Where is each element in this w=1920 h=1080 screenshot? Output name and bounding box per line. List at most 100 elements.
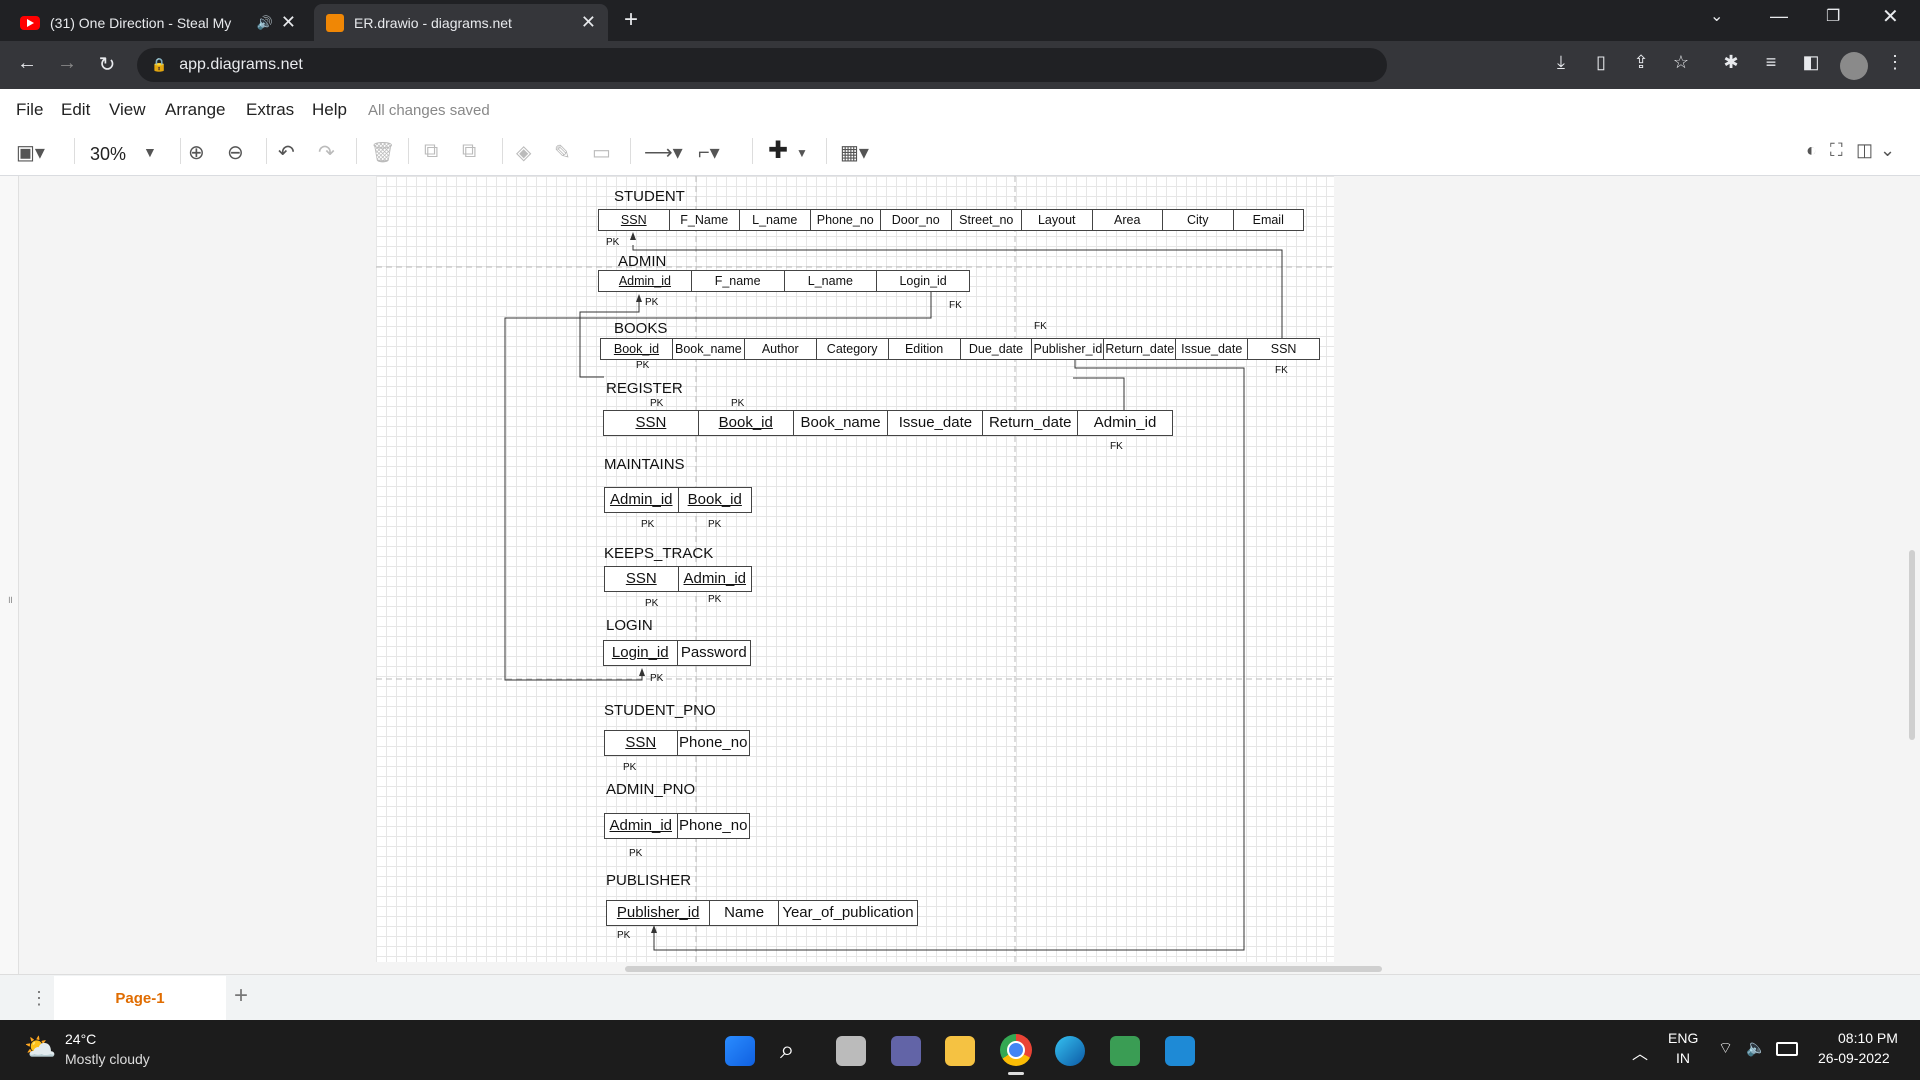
tray-chevron-up-icon[interactable]: ︿ xyxy=(1632,1040,1648,1064)
attr-f-name[interactable]: F_Name xyxy=(670,210,740,230)
entity-title-books[interactable]: BOOKS xyxy=(614,320,667,337)
entity-title-register[interactable]: REGISTER xyxy=(606,380,683,397)
wifi-icon[interactable]: ⌔ xyxy=(1718,1038,1733,1058)
attr-issue-date[interactable]: Issue_date xyxy=(1176,339,1249,359)
search-icon[interactable]: ⌕ xyxy=(780,1034,795,1066)
attr-return-date[interactable]: Return_date xyxy=(983,411,1079,435)
attr-phone-no[interactable]: Phone_no xyxy=(811,210,881,230)
task-view-icon[interactable] xyxy=(836,1036,866,1066)
entity-login[interactable]: Login_id Password xyxy=(603,640,751,666)
attr-layout[interactable]: Layout xyxy=(1022,210,1093,230)
entity-books[interactable]: Book_id Book_name Author Category Editio… xyxy=(600,338,1320,360)
attr-login-id[interactable]: Login_id xyxy=(604,641,678,665)
entity-title-maintains[interactable]: MAINTAINS xyxy=(604,456,685,473)
attr-door-no[interactable]: Door_no xyxy=(881,210,952,230)
weather-desc[interactable]: Mostly cloudy xyxy=(65,1051,150,1067)
entity-admin-pno[interactable]: Admin_id Phone_no xyxy=(604,813,750,839)
attr-author[interactable]: Author xyxy=(745,339,817,359)
attr-year-of-publication[interactable]: Year_of_publication xyxy=(779,901,917,925)
attr-edition[interactable]: Edition xyxy=(889,339,961,359)
attr-ssn[interactable]: SSN xyxy=(1248,339,1319,359)
entity-title-student[interactable]: STUDENT xyxy=(614,188,685,205)
attr-admin-id[interactable]: Admin_id xyxy=(679,567,752,591)
vertical-scrollbar[interactable] xyxy=(1909,550,1915,740)
windows-start-icon[interactable] xyxy=(725,1036,755,1066)
entity-title-admin[interactable]: ADMIN xyxy=(618,253,666,270)
entity-admin[interactable]: Admin_id F_name L_name Login_id xyxy=(598,270,970,292)
attr-book-name[interactable]: Book_name xyxy=(794,411,889,435)
entity-title-login[interactable]: LOGIN xyxy=(606,617,653,634)
attr-ssn[interactable]: SSN xyxy=(605,731,678,755)
attr-admin-id[interactable]: Admin_id xyxy=(605,488,679,512)
clock-time[interactable]: 08:10 PM xyxy=(1838,1030,1898,1046)
chrome-center xyxy=(1007,1041,1025,1059)
attr-password[interactable]: Password xyxy=(678,641,751,665)
attr-area[interactable]: Area xyxy=(1093,210,1163,230)
attr-publisher-id[interactable]: Publisher_id xyxy=(607,901,711,925)
attr-login-id[interactable]: Login_id xyxy=(877,271,969,291)
attr-due-date[interactable]: Due_date xyxy=(961,339,1033,359)
entity-student[interactable]: SSN F_Name L_name Phone_no Door_no Stree… xyxy=(598,209,1304,231)
entity-publisher[interactable]: Publisher_id Name Year_of_publication xyxy=(606,900,918,926)
entity-maintains[interactable]: Admin_id Book_id xyxy=(604,487,752,513)
attr-street-no[interactable]: Street_no xyxy=(952,210,1022,230)
entity-student-pno[interactable]: SSN Phone_no xyxy=(604,730,750,756)
pk-label: PK xyxy=(641,519,655,530)
weather-cloud-icon[interactable]: ⛅ xyxy=(24,1032,56,1063)
entity-title-keeps-track[interactable]: KEEPS_TRACK xyxy=(604,545,713,562)
attr-category[interactable]: Category xyxy=(817,339,889,359)
pk-label: PK xyxy=(650,673,664,684)
attr-admin-id[interactable]: Admin_id xyxy=(605,814,678,838)
pk-label: PK xyxy=(629,848,643,859)
pages-menu-icon[interactable]: ⋮ xyxy=(30,988,48,1009)
attr-name[interactable]: Name xyxy=(710,901,779,925)
attr-book-id[interactable]: Book_id xyxy=(601,339,673,359)
attr-l-name[interactable]: L_name xyxy=(785,271,878,291)
pk-label: PK xyxy=(617,930,631,941)
volume-icon[interactable]: 🔈 xyxy=(1746,1038,1766,1058)
page-tab[interactable]: Page-1 xyxy=(54,976,226,1020)
attr-ssn[interactable]: SSN xyxy=(604,411,699,435)
horizontal-scrollbar[interactable] xyxy=(625,966,1382,972)
entity-title-publisher[interactable]: PUBLISHER xyxy=(606,872,691,889)
attr-return-date[interactable]: Return_date xyxy=(1104,339,1177,359)
connector-lines xyxy=(376,176,1334,962)
attr-issue-date[interactable]: Issue_date xyxy=(888,411,984,435)
pk-label: PK xyxy=(636,360,650,371)
entity-register[interactable]: SSN Book_id Book_name Issue_date Return_… xyxy=(603,410,1173,436)
attr-ssn[interactable]: SSN xyxy=(605,567,679,591)
attr-city[interactable]: City xyxy=(1163,210,1234,230)
attr-email[interactable]: Email xyxy=(1234,210,1304,230)
file-explorer-icon[interactable] xyxy=(945,1036,975,1066)
battery-icon[interactable] xyxy=(1776,1042,1798,1056)
attr-f-name[interactable]: F_name xyxy=(692,271,785,291)
chat-icon[interactable] xyxy=(891,1036,921,1066)
attr-book-id[interactable]: Book_id xyxy=(699,411,794,435)
pk-label: PK xyxy=(708,594,722,605)
region[interactable]: IN xyxy=(1676,1050,1690,1066)
clock-date[interactable]: 26-09-2022 xyxy=(1818,1050,1890,1066)
fk-label: FK xyxy=(1275,365,1288,376)
active-indicator xyxy=(1008,1072,1024,1075)
add-page-button[interactable]: + xyxy=(234,982,248,1010)
entity-keeps-track[interactable]: SSN Admin_id xyxy=(604,566,752,592)
attr-l-name[interactable]: L_name xyxy=(740,210,811,230)
attr-phone-no[interactable]: Phone_no xyxy=(678,731,750,755)
entity-title-admin-pno[interactable]: ADMIN_PNO xyxy=(606,781,695,798)
fk-label: FK xyxy=(949,300,962,311)
app-icon[interactable] xyxy=(1110,1036,1140,1066)
weather-temp[interactable]: 24°C xyxy=(65,1031,96,1047)
attr-book-name[interactable]: Book_name xyxy=(673,339,745,359)
edge-icon[interactable] xyxy=(1055,1036,1085,1066)
attr-phone-no[interactable]: Phone_no xyxy=(678,814,750,838)
language[interactable]: ENG xyxy=(1668,1030,1698,1046)
page-tab-label: Page-1 xyxy=(115,989,165,1007)
attr-admin-id[interactable]: Admin_id xyxy=(599,271,692,291)
entity-title-student-pno[interactable]: STUDENT_PNO xyxy=(604,702,716,719)
attr-admin-id[interactable]: Admin_id xyxy=(1078,411,1172,435)
attr-publisher-id[interactable]: Publisher_id xyxy=(1032,339,1105,359)
attr-book-id[interactable]: Book_id xyxy=(679,488,752,512)
vscode-icon[interactable] xyxy=(1165,1036,1195,1066)
fk-label: FK xyxy=(1034,321,1047,332)
attr-ssn[interactable]: SSN xyxy=(599,210,670,230)
